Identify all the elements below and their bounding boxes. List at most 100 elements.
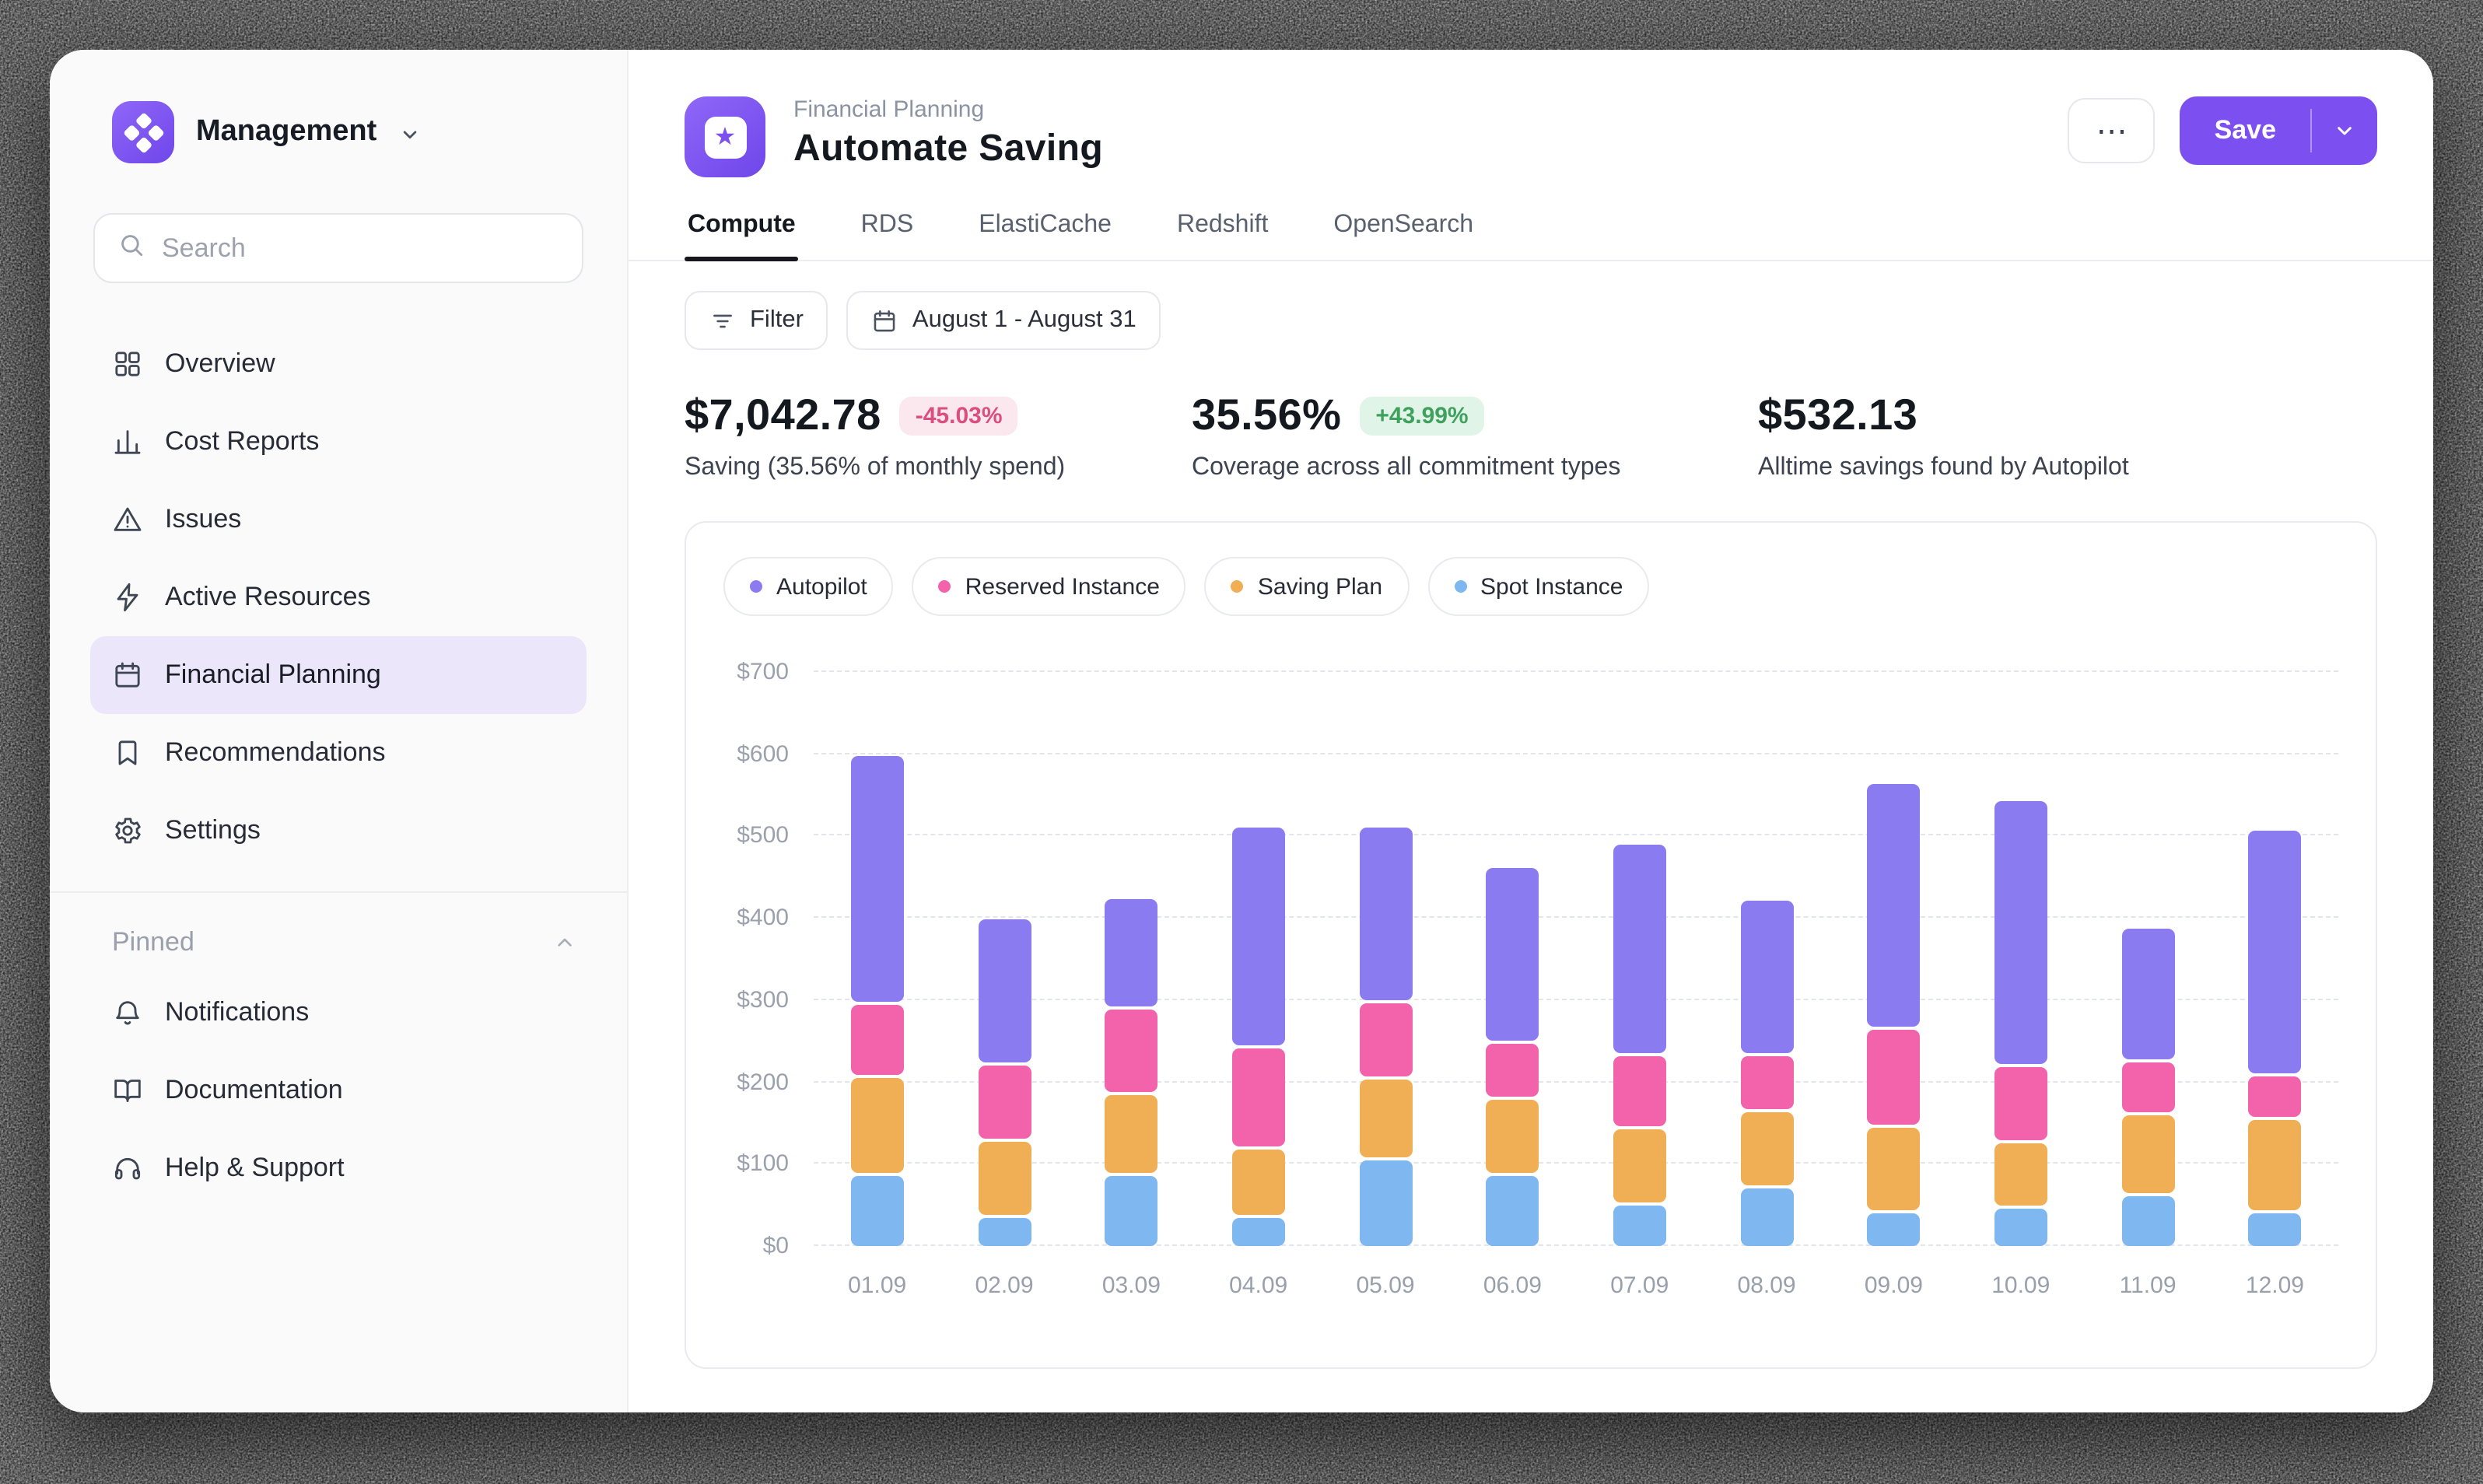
bar-segment-reserved-instance xyxy=(1867,1030,1920,1125)
chart-plot xyxy=(814,672,2338,1246)
lightning-icon xyxy=(112,582,143,613)
pinned-section-header: Pinned xyxy=(50,893,627,968)
sidebar-item-label: Issues xyxy=(165,504,241,535)
sidebar-item-notifications[interactable]: Notifications xyxy=(90,974,587,1052)
filter-label: Filter xyxy=(750,306,804,334)
tab-elasticache[interactable]: ElastiCache xyxy=(975,202,1115,260)
save-button[interactable]: Save xyxy=(2180,96,2310,165)
workspace-switcher[interactable]: Management xyxy=(50,100,627,165)
stats-row: $7,042.78 -45.03% Saving (35.56% of mont… xyxy=(629,350,2433,482)
tab-opensearch[interactable]: OpenSearch xyxy=(1330,202,1476,260)
bar-segment-spot-instance xyxy=(1740,1188,1793,1246)
bar-segment-reserved-instance xyxy=(851,1005,904,1075)
search-input[interactable] xyxy=(162,233,560,264)
header-actions: ⋯ Save xyxy=(2068,96,2377,165)
y-tick-label: $300 xyxy=(737,989,789,1012)
bar-column-06.09 xyxy=(1449,672,1576,1246)
app-window: Management Overview Cost Reports xyxy=(50,50,2433,1412)
bar-segment-autopilot xyxy=(2121,929,2174,1059)
toolbar: Filter August 1 - August 31 xyxy=(629,261,2433,350)
stat-change-badge: -45.03% xyxy=(900,396,1018,435)
gear-icon xyxy=(112,815,143,846)
bar-column-12.09 xyxy=(2212,672,2338,1246)
sidebar-item-label: Notifications xyxy=(165,997,309,1028)
chart-card: Autopilot Reserved Instance Saving Plan Spo… xyxy=(685,521,2377,1369)
sidebar-item-documentation[interactable]: Documentation xyxy=(90,1052,587,1129)
more-button[interactable]: ⋯ xyxy=(2068,98,2156,163)
stat-change-badge: +43.99% xyxy=(1360,396,1483,435)
date-range-button[interactable]: August 1 - August 31 xyxy=(847,291,1161,350)
sidebar-item-issues[interactable]: Issues xyxy=(90,481,587,558)
bar-segment-autopilot xyxy=(1105,899,1157,1006)
bar-segment-spot-instance xyxy=(2121,1196,2174,1246)
sidebar-item-label: Documentation xyxy=(165,1075,343,1106)
search-box xyxy=(93,213,583,283)
chart-legend: Autopilot Reserved Instance Saving Plan Spo… xyxy=(723,557,2338,616)
legend-chip-reserved-instance[interactable]: Reserved Instance xyxy=(912,557,1186,616)
tab-redshift[interactable]: Redshift xyxy=(1174,202,1271,260)
brand-logo xyxy=(112,101,174,163)
bar-segment-saving-plan xyxy=(1486,1100,1539,1173)
bar-segment-spot-instance xyxy=(1232,1218,1285,1246)
x-tick-label: 03.09 xyxy=(1068,1272,1195,1299)
save-dropdown-button[interactable] xyxy=(2312,96,2377,165)
chevron-up-icon[interactable] xyxy=(552,930,577,955)
sidebar-item-label: Cost Reports xyxy=(165,426,319,457)
calendar-icon xyxy=(112,660,143,691)
x-tick-label: 08.09 xyxy=(1703,1272,1830,1299)
breadcrumb: Financial Planning xyxy=(793,96,1103,123)
stat-caption: Saving (35.56% of monthly spend) xyxy=(685,454,1192,482)
stat-alltime-savings: $532.13 Alltime savings found by Autopil… xyxy=(1758,390,2377,482)
bar-segment-saving-plan xyxy=(2248,1120,2301,1210)
legend-chip-saving-plan[interactable]: Saving Plan xyxy=(1205,557,1409,616)
sidebar-item-overview[interactable]: Overview xyxy=(90,325,587,403)
x-tick-label: 04.09 xyxy=(1195,1272,1322,1299)
bar-column-08.09 xyxy=(1703,672,1830,1246)
y-tick-label: $200 xyxy=(737,1070,789,1094)
bar-segment-spot-instance xyxy=(2248,1213,2301,1246)
sidebar-item-settings[interactable]: Settings xyxy=(90,792,587,870)
sidebar: Management Overview Cost Reports xyxy=(50,50,629,1412)
bar-segment-spot-instance xyxy=(1994,1209,2047,1246)
bar-segment-spot-instance xyxy=(978,1218,1031,1246)
chart-area: $0$100$200$300$400$500$600$700 01.0902.0… xyxy=(723,672,2338,1299)
bar-segment-saving-plan xyxy=(1359,1080,1412,1157)
sidebar-item-label: Recommendations xyxy=(165,737,386,768)
bar-segment-saving-plan xyxy=(851,1078,904,1173)
legend-dot xyxy=(750,580,762,593)
stat-monthly-saving: $7,042.78 -45.03% Saving (35.56% of mont… xyxy=(685,390,1192,482)
legend-chip-autopilot[interactable]: Autopilot xyxy=(723,557,894,616)
bar-column-02.09 xyxy=(940,672,1067,1246)
x-tick-label: 11.09 xyxy=(2084,1272,2211,1299)
bar-column-04.09 xyxy=(1195,672,1322,1246)
x-tick-label: 10.09 xyxy=(1957,1272,2084,1299)
legend-label: Reserved Instance xyxy=(965,573,1160,600)
bar-segment-saving-plan xyxy=(2121,1115,2174,1193)
bars-layer xyxy=(814,672,2338,1246)
tab-bar: Compute RDS ElastiCache Redshift OpenSea… xyxy=(629,202,2433,261)
star-icon: ★ xyxy=(704,116,746,158)
bar-segment-autopilot xyxy=(1994,801,2047,1064)
bar-segment-saving-plan xyxy=(1867,1128,1920,1210)
sidebar-item-cost-reports[interactable]: Cost Reports xyxy=(90,403,587,481)
y-tick-label: $100 xyxy=(737,1153,789,1176)
bar-segment-autopilot xyxy=(1613,845,1666,1053)
bar-segment-autopilot xyxy=(2248,831,2301,1073)
stat-value: 35.56% xyxy=(1192,390,1341,440)
filter-button[interactable]: Filter xyxy=(685,291,828,350)
chart-y-axis: $0$100$200$300$400$500$600$700 xyxy=(723,672,814,1246)
sidebar-item-financial-planning[interactable]: Financial Planning xyxy=(90,636,587,714)
sidebar-item-active-resources[interactable]: Active Resources xyxy=(90,558,587,636)
pinned-label: Pinned xyxy=(112,927,194,958)
bar-column-07.09 xyxy=(1576,672,1703,1246)
page-header: ★ Financial Planning Automate Saving ⋯ S… xyxy=(629,50,2433,177)
tab-compute[interactable]: Compute xyxy=(685,202,799,260)
legend-label: Spot Instance xyxy=(1480,573,1623,600)
sidebar-item-recommendations[interactable]: Recommendations xyxy=(90,714,587,792)
sidebar-item-help-support[interactable]: Help & Support xyxy=(90,1129,587,1207)
legend-chip-spot-instance[interactable]: Spot Instance xyxy=(1427,557,1649,616)
stat-caption: Alltime savings found by Autopilot xyxy=(1758,454,2377,482)
tab-rds[interactable]: RDS xyxy=(858,202,917,260)
bar-segment-autopilot xyxy=(1740,901,1793,1053)
bar-segment-reserved-instance xyxy=(1613,1056,1666,1126)
